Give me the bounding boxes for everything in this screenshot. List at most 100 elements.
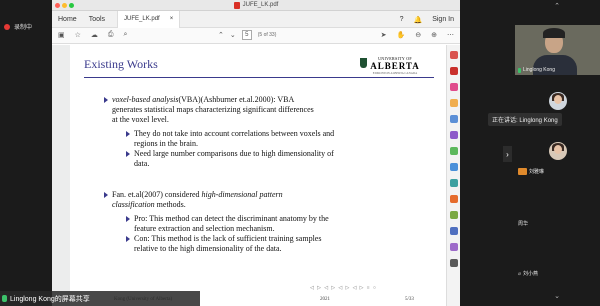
participant-name-tag: 刘雅琳 <box>518 168 544 175</box>
right-tools-pane <box>446 45 460 306</box>
fill-sign-icon[interactable] <box>450 147 458 155</box>
logo-line-2: ALBERTA <box>370 61 420 71</box>
tab-document[interactable]: JUFE_LK.pdf × <box>117 10 181 28</box>
tab-tools[interactable]: Tools <box>83 16 111 23</box>
tabbar-right: ? 🔔 Sign In <box>400 11 454 28</box>
edit-pdf-icon[interactable] <box>450 83 458 91</box>
organize-pages-icon[interactable] <box>450 131 458 139</box>
page-number-input[interactable]: 5 <box>241 30 252 40</box>
bullet2-line1: Fan. et.al(2007) considered high-dimensi… <box>112 190 283 199</box>
participant-panel: ⌃ Linglong Kong 刘雅琳 周华 ⌀ 刘小燕 ⌄ <box>515 0 600 306</box>
participant-video-tile[interactable]: Linglong Kong <box>515 25 600 75</box>
slide-title: Existing Works <box>84 57 158 71</box>
participant-name-tag: ⌀ 刘小燕 <box>518 270 539 278</box>
protect-icon[interactable] <box>450 179 458 187</box>
cloud-upload-icon[interactable]: ☁ <box>91 31 98 39</box>
participant-name: 周华 <box>518 221 529 227</box>
screen: 录制中 JUFE_LK.pdf Home Tools JUFE_LK.pdf ×… <box>0 0 600 306</box>
bullet-triangle-icon <box>104 97 108 103</box>
participant-name: 刘小燕 <box>523 271 539 277</box>
share-icon[interactable] <box>450 227 458 235</box>
help-icon[interactable]: ? <box>400 16 404 23</box>
hand-tool-icon[interactable]: ✋ <box>397 31 406 39</box>
university-logo: UNIVERSITY OF ALBERTA EDMONTON ALBERTA C… <box>360 56 430 75</box>
tab-home[interactable]: Home <box>52 16 83 23</box>
tab-bar: Home Tools JUFE_LK.pdf × ? 🔔 Sign In <box>52 10 460 28</box>
window-title: JUFE_LK.pdf <box>233 1 278 9</box>
footer-year: 2021 <box>320 297 330 302</box>
close-window-button[interactable] <box>55 3 60 8</box>
screen-share-label: Linglong Kong的屏幕共享 <box>10 295 90 303</box>
participant-avatar[interactable] <box>549 142 567 160</box>
compress-icon[interactable] <box>450 195 458 203</box>
participant-name: 刘雅琳 <box>529 169 545 175</box>
more-tools-icon[interactable]: ⋯ <box>447 31 454 39</box>
participant-name-tag: 周华 <box>518 220 528 227</box>
window-titlebar: JUFE_LK.pdf <box>52 0 460 11</box>
next-page-button[interactable]: ⌄ <box>230 31 236 39</box>
zoom-in-icon[interactable]: ⊕ <box>431 31 437 39</box>
search-icon[interactable]: ⌕ <box>124 31 128 39</box>
sign-in-button[interactable]: Sign In <box>432 16 454 23</box>
scan-ocr-icon[interactable] <box>450 211 458 219</box>
avatar-face <box>554 95 562 104</box>
create-pdf-icon[interactable] <box>450 67 458 75</box>
collapse-panel-button[interactable]: › <box>503 146 512 162</box>
bullet1-line1: voxel-based analysis(VBA)(Ashburner et.a… <box>112 95 295 104</box>
sub-bullet-triangle-icon <box>126 216 130 222</box>
bullet1-sub2-line1: Need large number comparisons due to hig… <box>134 149 334 158</box>
more-tools-icon[interactable] <box>450 259 458 267</box>
minimize-window-button[interactable] <box>62 3 67 8</box>
participant-name: Linglong Kong <box>523 67 555 73</box>
scroll-up-icon[interactable]: ⌃ <box>553 2 561 10</box>
toolbar-right: ➤ ✋ ⊖ ⊕ ⋯ <box>381 31 454 39</box>
export-pdf-icon[interactable] <box>450 51 458 59</box>
page-navigation: ⌃ ⌄ 5 (5 of 33) <box>218 30 276 40</box>
toolbar-left: ▣ ☆ ☁ ⎙ ⌕ <box>58 31 127 39</box>
bullet1-sub2-line2: data. <box>134 159 150 168</box>
recording-label: 录制中 <box>14 25 33 31</box>
participant-avatar[interactable] <box>549 92 567 110</box>
window-controls <box>55 3 74 8</box>
zoom-out-icon[interactable]: ⊖ <box>415 31 421 39</box>
notifications-icon[interactable]: 🔔 <box>413 16 422 24</box>
participant-name-tag: Linglong Kong <box>518 67 555 73</box>
comment-icon[interactable] <box>450 99 458 107</box>
pdf-viewer-window: JUFE_LK.pdf Home Tools JUFE_LK.pdf × ? 🔔… <box>52 0 460 306</box>
bullet1-sub1-line2: regions in the brain. <box>134 139 198 148</box>
title-divider <box>84 77 434 78</box>
sub-bullet-triangle-icon <box>126 151 130 157</box>
star-icon[interactable]: ☆ <box>75 31 81 39</box>
sub-bullet-triangle-icon <box>126 131 130 137</box>
bullet2-sub2-line2: relative to the high dimensionality of t… <box>134 244 282 253</box>
pdf-file-icon <box>233 1 240 9</box>
participant-video-hair <box>543 28 565 38</box>
cursor-tool-icon[interactable]: ➤ <box>381 31 387 39</box>
print-icon[interactable]: ⎙ <box>108 31 114 39</box>
previous-page-button[interactable]: ⌃ <box>218 31 224 39</box>
microphone-icon <box>518 67 521 73</box>
bullet2-sub1-line2: feature extraction and selection mechani… <box>134 224 275 233</box>
footer-page: 5/33 <box>405 297 414 302</box>
send-for-review-icon[interactable] <box>450 163 458 171</box>
save-icon[interactable]: ▣ <box>58 31 65 39</box>
avatar-face <box>554 145 562 154</box>
scroll-down-icon[interactable]: ⌄ <box>553 292 561 300</box>
document-viewport[interactable]: Existing Works UNIVERSITY OF ALBERTA EDM… <box>52 45 460 306</box>
maximize-window-button[interactable] <box>69 3 74 8</box>
logo-line-3: EDMONTON ALBERTA CANADA <box>372 71 418 75</box>
screen-share-banner: Linglong Kong的屏幕共享 <box>0 291 200 306</box>
pdf-page: Existing Works UNIVERSITY OF ALBERTA EDM… <box>70 45 448 306</box>
toolbar: ▣ ☆ ☁ ⎙ ⌕ ⌃ ⌄ 5 (5 of 33) ➤ ✋ ⊖ ⊕ ⋯ <box>52 28 460 44</box>
crest-icon <box>360 58 367 68</box>
sub-bullet-triangle-icon <box>126 236 130 242</box>
bullet1-line3: at the voxel level. <box>112 115 169 124</box>
combine-files-icon[interactable] <box>450 115 458 123</box>
record-icon <box>4 23 10 30</box>
tab-document-label: JUFE_LK.pdf <box>124 16 160 22</box>
beamer-navigation[interactable]: ◁ ▷ ◁ ▷ ◁ ▷ ◁ ▷ ≡ ○ <box>310 285 377 291</box>
bullet1-sub1-line1: They do not take into account correlatio… <box>134 129 335 138</box>
request-signature-icon[interactable] <box>450 243 458 251</box>
page-count: (5 of 33) <box>257 32 277 38</box>
tab-close-icon[interactable]: × <box>170 16 174 22</box>
